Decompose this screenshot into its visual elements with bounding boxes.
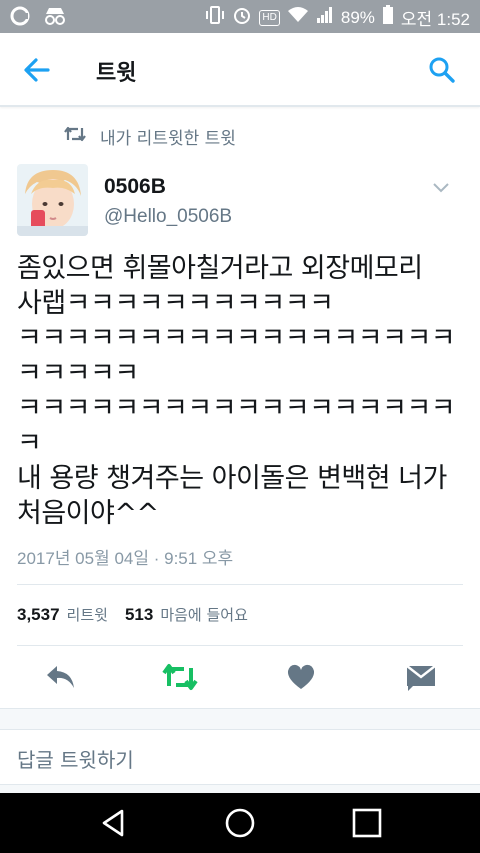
nav-recents-icon[interactable] xyxy=(351,807,383,839)
divider xyxy=(17,645,463,646)
tweet-timestamp: 2017년 05월 04일 · 9:51 오후 xyxy=(17,549,234,568)
retweet-context: 내가 리트윗한 트윗 xyxy=(64,124,236,149)
tweet-line: 사랩ㅋㅋㅋㅋㅋㅋㅋㅋㅋㅋㅋ xyxy=(17,288,334,319)
battery-percent: 89% xyxy=(340,7,375,27)
incognito-icon xyxy=(42,6,68,30)
app-bar: 트윗 xyxy=(0,33,480,107)
tweet-stats: 3,537 리트윗 513 마음에 들어요 xyxy=(17,604,258,625)
page-title: 트윗 xyxy=(96,61,137,86)
vibrate-icon xyxy=(205,5,225,30)
reply-placeholder: 답글 트윗하기 xyxy=(17,748,134,772)
retweet-icon xyxy=(64,126,86,147)
tweet-line: ㅋㅋㅋㅋㅋㅋㅋㅋㅋㅋㅋㅋㅋㅋㅋㅋㅋㅋ xyxy=(17,323,456,354)
reply-icon[interactable] xyxy=(44,662,78,692)
status-bar: HD 89% 오전 1:52 xyxy=(0,0,480,33)
reply-area: 답글 트윗하기 xyxy=(0,708,480,794)
hd-icon: HD xyxy=(259,9,280,26)
search-icon[interactable] xyxy=(428,56,456,84)
back-arrow-icon[interactable] xyxy=(22,57,52,83)
likes-count[interactable]: 513 xyxy=(125,605,153,625)
battery-icon xyxy=(382,5,394,30)
signal-icon xyxy=(316,6,334,29)
alarm-icon xyxy=(232,5,252,30)
retweets-count[interactable]: 3,537 xyxy=(17,605,60,625)
like-heart-icon[interactable] xyxy=(284,662,318,692)
retweet-button-icon[interactable] xyxy=(162,662,198,692)
author-handle[interactable]: @Hello_0506B xyxy=(104,206,232,228)
likes-label[interactable]: 마음에 들어요 xyxy=(160,604,248,625)
tweet-line: 좀있으면 휘몰아칠거라고 외장메모리 xyxy=(17,253,423,284)
divider xyxy=(17,584,463,585)
notification-app-icon xyxy=(10,6,30,30)
direct-message-icon[interactable] xyxy=(404,662,438,692)
tweet-text: 좀있으면 휘몰아칠거라고 외장메모리 사랩ㅋㅋㅋㅋㅋㅋㅋㅋㅋㅋㅋ ㅋㅋㅋㅋㅋㅋㅋ… xyxy=(17,251,467,531)
retweets-label[interactable]: 리트윗 xyxy=(67,604,108,625)
nav-home-icon[interactable] xyxy=(224,807,256,839)
retweet-context-label: 내가 리트윗한 트윗 xyxy=(100,129,236,149)
tweet-line: 처음이야^^ xyxy=(17,498,159,529)
author-name[interactable]: 0506B xyxy=(104,175,166,199)
tweet-actions xyxy=(0,658,480,698)
wifi-icon xyxy=(287,6,309,29)
avatar[interactable] xyxy=(17,164,88,236)
system-nav-bar xyxy=(0,793,480,853)
reply-input[interactable]: 답글 트윗하기 xyxy=(0,729,480,785)
tweet-line: 내 용량 챙겨주는 아이돌은 변백현 너가 xyxy=(17,463,447,494)
tweet-line: ㅋ xyxy=(17,428,42,459)
tweet-line: ㅋㅋㅋㅋㅋ xyxy=(17,358,139,389)
caret-down-icon[interactable] xyxy=(433,178,449,193)
nav-back-icon[interactable] xyxy=(98,807,130,839)
tweet-line: ㅋㅋㅋㅋㅋㅋㅋㅋㅋㅋㅋㅋㅋㅋㅋㅋㅋㅋ xyxy=(17,393,456,424)
status-time: 오전 1:52 xyxy=(400,10,470,29)
